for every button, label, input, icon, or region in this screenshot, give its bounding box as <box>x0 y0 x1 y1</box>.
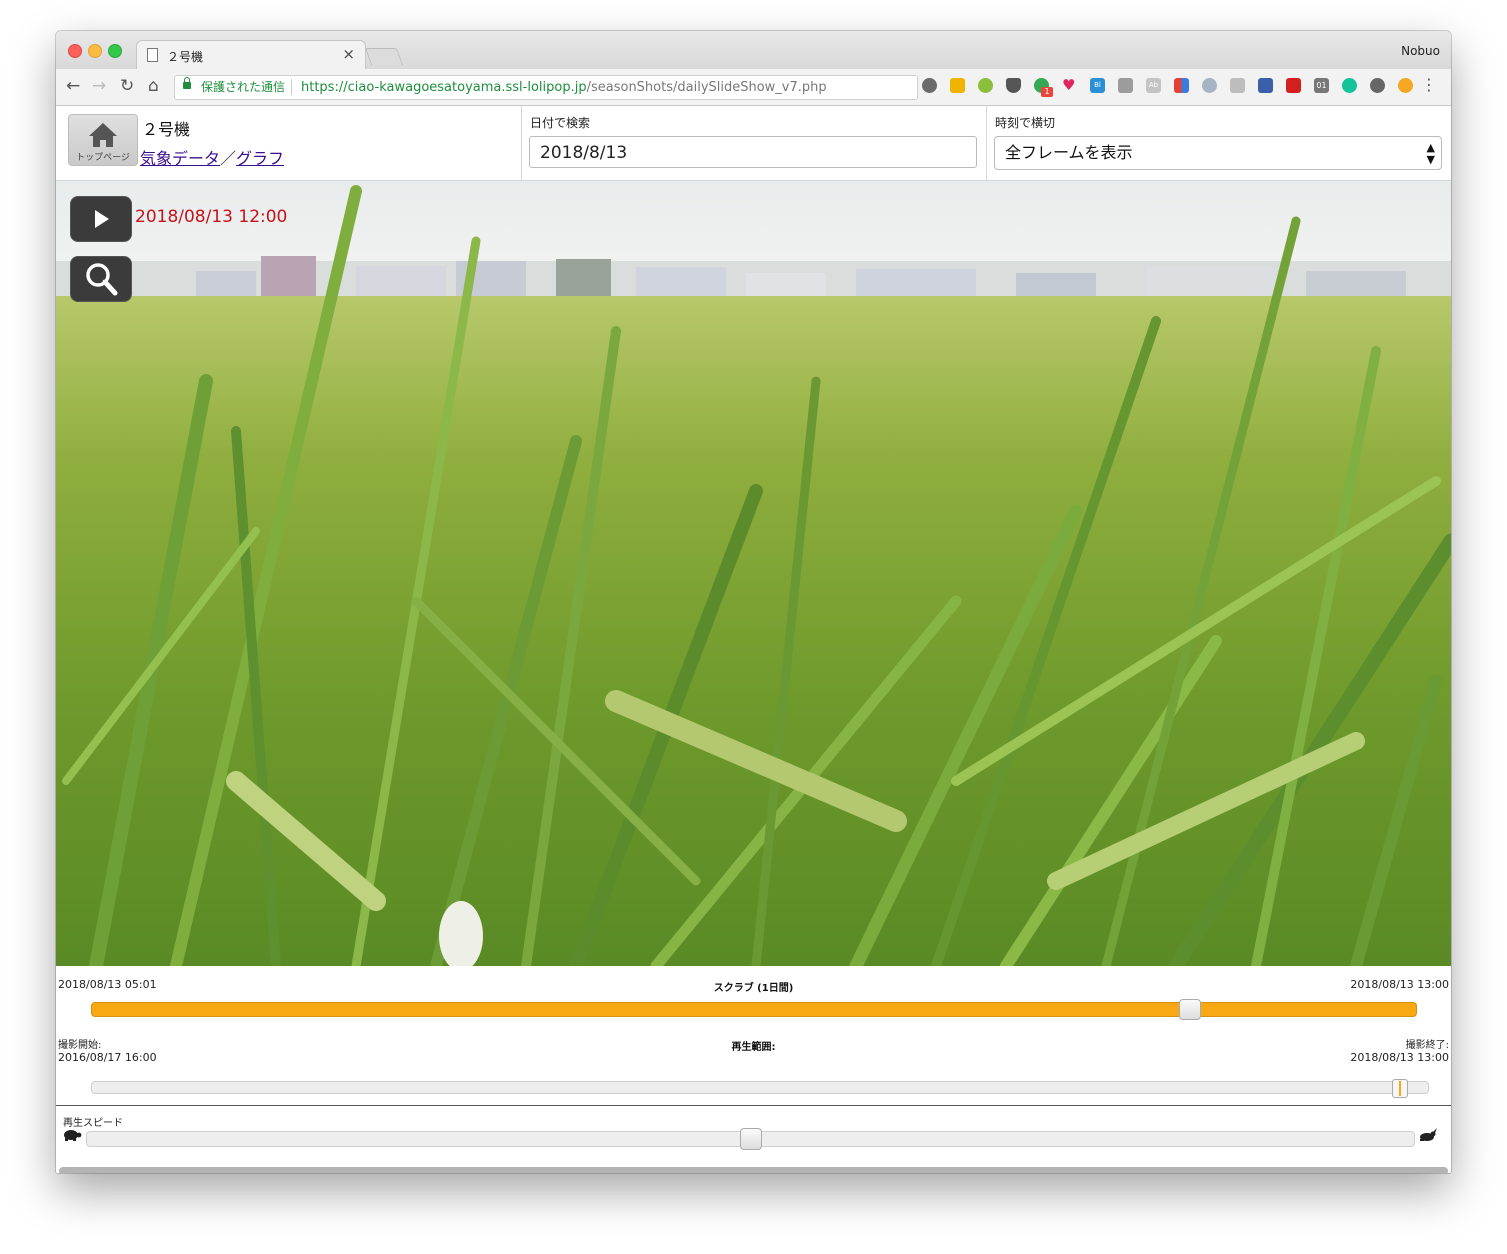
clip-extension-icon[interactable] <box>1230 78 1245 93</box>
browser-window: ２号機 × Nobuo ← → ↻ ⌂ 保護された通信 https://ciao… <box>56 31 1451 1173</box>
web-page: トップページ ２号機 気象データ／グラフ 日付で検索 2018/8/13 時刻で… <box>56 106 1451 1173</box>
pocket-icon[interactable] <box>1006 78 1021 93</box>
compass-extension-icon[interactable] <box>1398 78 1413 93</box>
url-path: /seasonShots/dailySlideShow_v7.php <box>586 80 827 95</box>
chameleon-icon[interactable] <box>978 78 993 93</box>
browser-toolbar: ← → ↻ ⌂ 保護された通信 https://ciao-kawagoesato… <box>56 69 1451 106</box>
minimize-window-button[interactable] <box>88 44 102 58</box>
scrub-slider-thumb[interactable] <box>1179 999 1201 1020</box>
url-divider <box>291 79 292 95</box>
tab-current[interactable]: ２号機 × <box>136 40 366 70</box>
top-page-button[interactable]: トップページ <box>68 114 138 166</box>
address-bar[interactable]: 保護された通信 https://ciao-kawagoesatoyama.ssl… <box>174 75 918 100</box>
weather-data-link[interactable]: 気象データ <box>140 149 220 168</box>
document-icon <box>147 48 158 62</box>
tab-bar: ２号機 × Nobuo <box>56 31 1451 70</box>
scrub-slider-track[interactable] <box>91 999 1417 1020</box>
section-divider <box>56 1105 1451 1106</box>
new-tab-button[interactable] <box>364 48 404 65</box>
secure-label: 保護された通信 <box>201 80 286 94</box>
column-divider <box>986 106 987 180</box>
profile-name[interactable]: Nobuo <box>1401 44 1440 58</box>
lock-extension-icon[interactable] <box>950 78 965 93</box>
bl-extension-icon[interactable]: Bl <box>1090 78 1105 93</box>
round-extension-icon[interactable] <box>1370 78 1385 93</box>
rabbit-icon <box>1420 1128 1437 1141</box>
lock-icon <box>183 77 191 89</box>
time-filter-select[interactable]: 全フレームを表示 ▲ ▼ <box>994 136 1442 170</box>
recording-end-label: 撮影終了: <box>1405 1040 1449 1051</box>
close-window-button[interactable] <box>68 44 82 58</box>
extension-badge: 1 <box>1041 87 1053 97</box>
back-button[interactable]: ← <box>66 76 80 96</box>
magnifier-icon <box>86 263 118 296</box>
bookmark-extension-icon[interactable] <box>1258 78 1273 93</box>
scrub-end-time: 2018/08/13 13:00 <box>1350 978 1449 991</box>
playback-speed-label: 再生スピード <box>63 1118 123 1129</box>
heart-icon[interactable]: ♥ <box>1062 78 1077 93</box>
playback-range-title: 再生範囲: <box>731 1042 776 1053</box>
page-horizontal-scrollbar[interactable] <box>59 1167 1448 1173</box>
play-button[interactable] <box>70 196 132 242</box>
recording-end-time: 2018/08/13 13:00 <box>1350 1051 1449 1064</box>
zero-one-extension-icon[interactable]: 01 <box>1314 78 1329 93</box>
scrub-title: スクラブ (1日間) <box>713 983 794 994</box>
url-host: https://ciao-kawagoesatoyama.ssl-lolipop… <box>301 80 587 95</box>
playback-range-slider[interactable] <box>91 1079 1429 1098</box>
reload-button[interactable]: ↻ <box>120 76 134 96</box>
range-end-handle[interactable] <box>1392 1079 1408 1098</box>
forward-button[interactable]: → <box>92 76 106 96</box>
ab-extension-icon[interactable]: Ab <box>1146 78 1161 93</box>
play-icon <box>95 210 109 228</box>
link-separator: ／ <box>220 149 237 168</box>
zoom-window-button[interactable] <box>108 44 122 58</box>
time-filter-value: 全フレームを表示 <box>1005 143 1133 162</box>
top-page-caption: トップページ <box>76 153 130 163</box>
zoom-button[interactable] <box>70 256 132 302</box>
date-search-input[interactable]: 2018/8/13 <box>529 136 977 168</box>
tab-title: ２号機 <box>167 50 204 64</box>
house-icon <box>89 123 117 147</box>
date-search-label: 日付で検索 <box>530 116 591 130</box>
device-name: ２号機 <box>142 120 191 139</box>
playback-speed-slider[interactable] <box>86 1128 1415 1150</box>
grammarly-icon[interactable] <box>1342 78 1357 93</box>
home-button[interactable]: ⌂ <box>148 76 159 96</box>
acrobat-icon[interactable] <box>1286 78 1301 93</box>
playback-controls: 2018/08/13 05:01 スクラブ (1日間) 2018/08/13 1… <box>56 966 1451 1173</box>
time-filter-label: 時刻で横切 <box>995 116 1056 130</box>
data-links: 気象データ／グラフ <box>140 145 284 169</box>
turtle-icon <box>64 1130 82 1141</box>
tab-close-button[interactable]: × <box>342 46 355 62</box>
dropbox-icon[interactable] <box>1202 78 1217 93</box>
rice-field-image <box>56 181 1451 966</box>
graph-link[interactable]: グラフ <box>236 149 284 168</box>
page-header: トップページ ２号機 気象データ／グラフ 日付で検索 2018/8/13 時刻で… <box>56 106 1451 181</box>
select-arrows-icon: ▲ ▼ <box>1426 141 1435 166</box>
evernote-icon[interactable] <box>922 78 937 93</box>
grey-extension-icon[interactable] <box>1118 78 1133 93</box>
column-divider <box>521 106 522 180</box>
speed-slider-thumb[interactable] <box>740 1128 762 1150</box>
url-text: https://ciao-kawagoesatoyama.ssl-lolipop… <box>301 76 827 99</box>
camera-photo: 2018/08/13 12:00 <box>56 181 1451 966</box>
frame-timestamp: 2018/08/13 12:00 <box>135 207 288 227</box>
browser-menu-button[interactable]: ⋮ <box>1421 75 1437 94</box>
colorful-extension-icon[interactable] <box>1174 78 1189 93</box>
